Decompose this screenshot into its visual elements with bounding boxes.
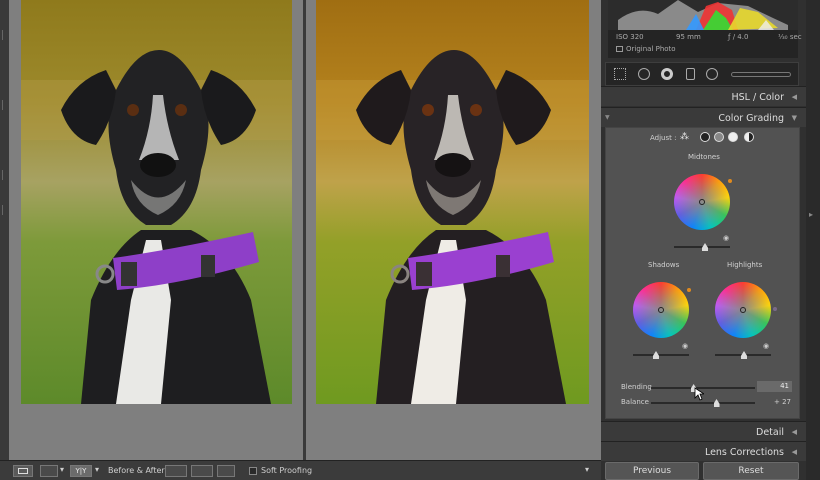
redeye-icon[interactable] (661, 68, 673, 80)
highlights-view-icon[interactable] (728, 132, 738, 142)
crop-overlay-icon[interactable] (614, 68, 626, 80)
aperture: ƒ / 4.0 (728, 33, 749, 41)
panel-header-detail[interactable]: Detail ◀ (601, 421, 806, 441)
hsl-title: HSL / Color (731, 92, 784, 103)
balance-value[interactable]: + 27 (774, 398, 791, 406)
view-mode-dropdown-icon[interactable]: ▾ (60, 465, 64, 474)
collapse-triangle-icon: ◀ (791, 428, 797, 436)
midtones-view-icon[interactable] (714, 132, 724, 142)
copy-after-to-before-button[interactable] (191, 465, 213, 477)
graduated-filter-icon[interactable] (686, 68, 695, 80)
reset-button[interactable]: Reset (703, 462, 799, 480)
shadows-hue-handle[interactable] (687, 288, 691, 292)
soft-proofing-checkbox[interactable] (249, 467, 257, 475)
before-after-lr-button[interactable] (40, 465, 58, 477)
before-after-label: Before & After : (108, 466, 170, 475)
balance-label: Balance (621, 398, 649, 406)
highlights-visibility-icon[interactable]: ◉ (763, 342, 769, 350)
highlights-hue-handle[interactable] (773, 307, 777, 311)
detail-title: Detail (756, 427, 784, 438)
highlights-color-wheel[interactable] (715, 282, 771, 338)
previous-label: Previous (632, 466, 672, 476)
previous-button[interactable]: Previous (605, 462, 699, 480)
yy-dropdown-icon[interactable]: ▾ (95, 465, 99, 474)
global-view-icon[interactable] (744, 132, 754, 142)
balance-slider[interactable] (651, 399, 755, 407)
midtones-label: Midtones (688, 153, 720, 161)
develop-right-panel: ISO 320 95 mm ƒ / 4.0 ⅓₀ sec Original Ph… (601, 0, 806, 480)
brush-size-slider[interactable] (731, 72, 791, 77)
bottom-toolbar: ▾ Y|Y ▾ Before & After : Soft Proofing ▾ (0, 460, 601, 480)
reset-label: Reset (738, 466, 764, 476)
color-grading-body: Adjust : ⁂ Midtones ◉ Shadows Highlights… (605, 127, 800, 419)
before-after-viewer (9, 0, 601, 460)
shadows-label: Shadows (648, 261, 680, 269)
highlights-luminance-slider[interactable] (715, 351, 771, 359)
before-photo[interactable] (21, 0, 292, 404)
adjust-label: Adjust : (650, 134, 677, 142)
original-photo-icon (616, 46, 623, 52)
expand-triangle-icon: ▼ (791, 114, 797, 122)
loupe-view-button[interactable] (13, 465, 33, 477)
camera-info: ISO 320 95 mm ƒ / 4.0 ⅓₀ sec (616, 33, 802, 43)
original-photo-label: Original Photo (626, 45, 676, 53)
collapse-triangle-icon: ◀ (791, 448, 797, 456)
yy-label: Y|Y (75, 467, 87, 475)
mouse-cursor-icon (694, 387, 704, 401)
blending-label: Blending (621, 383, 652, 391)
right-edge-strip[interactable]: ▸ (806, 0, 820, 480)
right-panel-toggle-icon[interactable]: ▸ (809, 210, 813, 219)
color-grading-title: Color Grading (718, 113, 784, 124)
after-pane (306, 0, 601, 460)
histogram: ISO 320 95 mm ƒ / 4.0 ⅓₀ sec Original Ph… (608, 0, 802, 58)
radial-filter-icon[interactable] (706, 68, 718, 80)
shadows-color-wheel[interactable] (633, 282, 689, 338)
toolbar-menu-icon[interactable]: ▾ (585, 465, 589, 474)
midtones-color-wheel[interactable] (674, 174, 730, 230)
before-after-yy-button[interactable]: Y|Y (70, 465, 92, 477)
panel-header-color-grading[interactable]: ▼ Color Grading ▼ (601, 107, 806, 127)
collapse-triangle-icon: ◀ (791, 93, 797, 101)
copy-before-to-after-button[interactable] (165, 465, 187, 477)
shadows-visibility-icon[interactable]: ◉ (682, 342, 688, 350)
histogram-graph (608, 0, 798, 30)
panel-header-lens-corrections[interactable]: Lens Corrections ◀ (601, 441, 806, 461)
midtones-visibility-icon[interactable]: ◉ (723, 234, 729, 242)
original-photo-toggle[interactable]: Original Photo (616, 45, 676, 53)
highlights-label: Highlights (727, 261, 763, 269)
midtones-hue-handle[interactable] (728, 179, 732, 183)
left-panel-collapsed[interactable] (0, 0, 9, 460)
blending-value-field[interactable]: 41 (757, 381, 792, 392)
focal-length: 95 mm (676, 33, 701, 41)
iso-value: ISO 320 (616, 33, 644, 41)
lens-corrections-title: Lens Corrections (704, 447, 784, 458)
panel-header-hsl[interactable]: HSL / Color ◀ (601, 86, 806, 106)
tool-strip (605, 62, 799, 86)
balance-slider-thumb[interactable] (713, 399, 720, 407)
panel-switch-icon[interactable]: ▼ (605, 114, 610, 121)
midtones-luminance-slider[interactable] (674, 243, 730, 251)
three-way-view-icon[interactable]: ⁂ (680, 132, 691, 143)
shutter-speed: ⅓₀ sec (778, 33, 802, 41)
swap-before-after-button[interactable] (217, 465, 235, 477)
spot-removal-icon[interactable] (638, 68, 650, 80)
before-pane (9, 0, 303, 460)
blending-value: 41 (780, 382, 789, 390)
soft-proofing-label: Soft Proofing (261, 466, 313, 475)
shadows-luminance-slider[interactable] (633, 351, 689, 359)
shadows-view-icon[interactable] (700, 132, 710, 142)
after-photo[interactable] (316, 0, 589, 404)
